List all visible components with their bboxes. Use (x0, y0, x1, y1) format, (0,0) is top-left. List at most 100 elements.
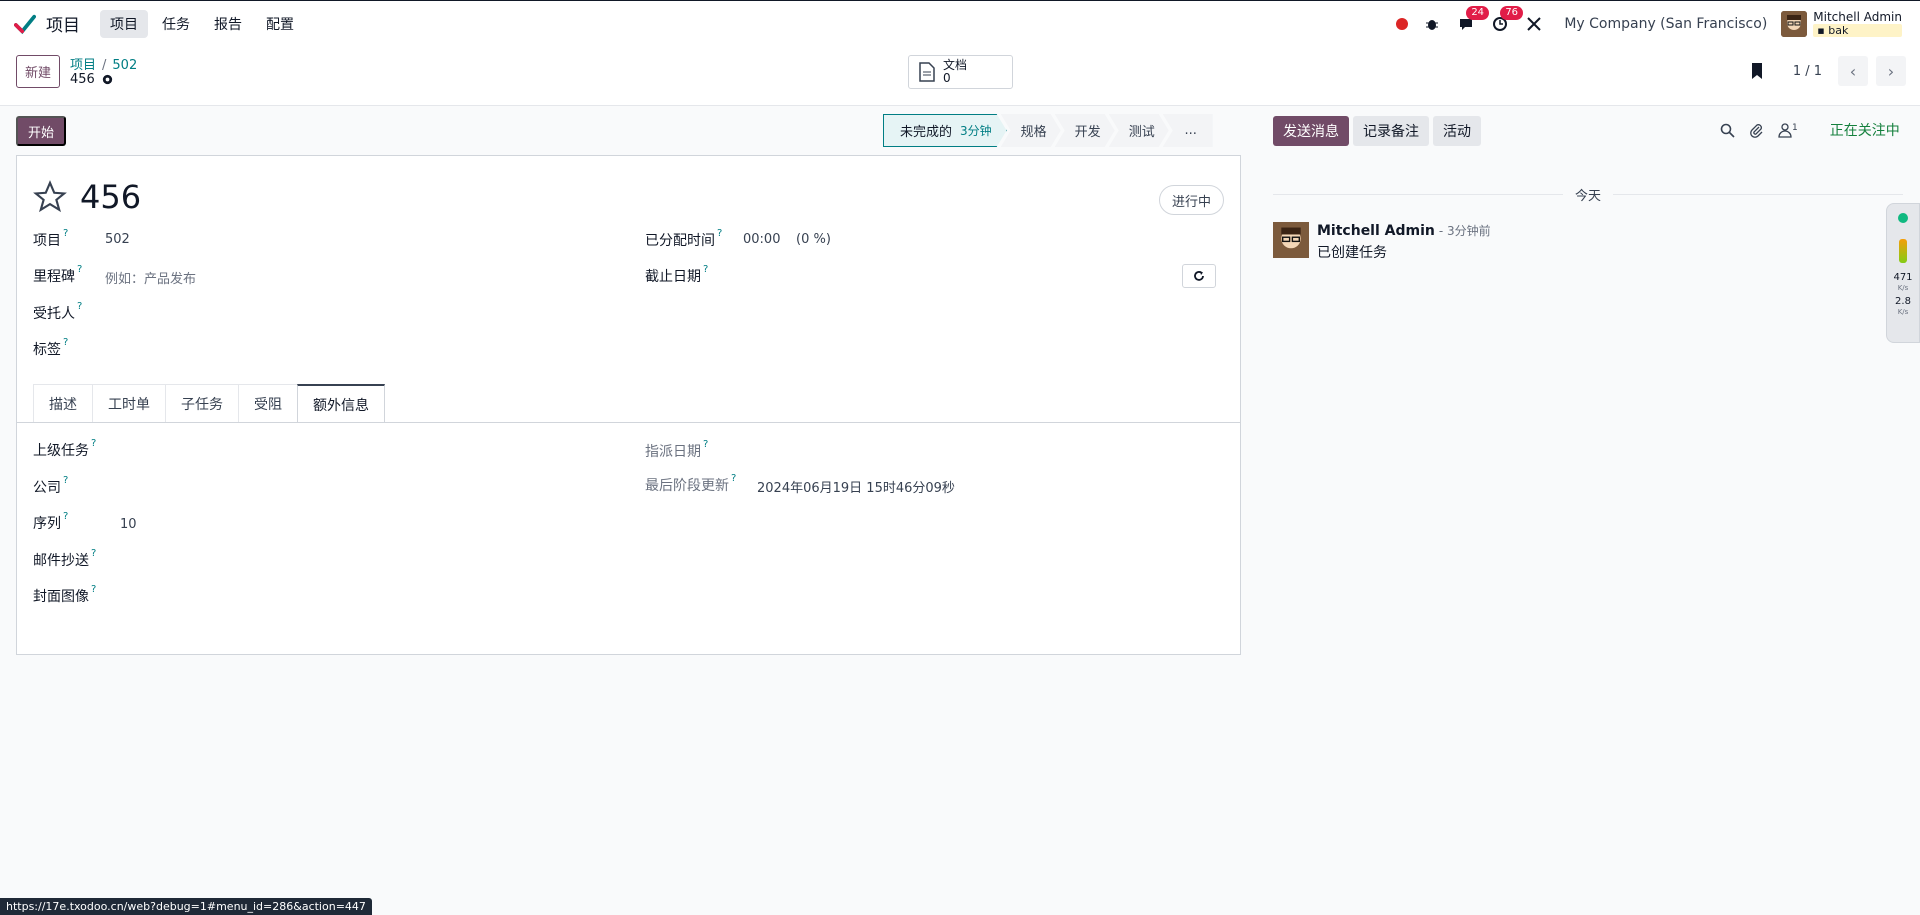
new-button[interactable]: 新建 (16, 55, 61, 88)
company-switcher[interactable]: My Company (San Francisco) (1564, 16, 1767, 32)
chatter-message: Mitchell Admin - 3分钟前 已创建任务 (1273, 222, 1491, 262)
milestone-input[interactable]: 例如：产品发布 (105, 268, 196, 287)
help-icon[interactable]: ? (703, 264, 708, 275)
sequence-field-label: 序列? (33, 511, 68, 533)
message-author-avatar[interactable] (1273, 222, 1309, 258)
assignees-field-label: 受托人? (33, 301, 82, 323)
pager-previous-button[interactable]: ‹ (1838, 56, 1868, 86)
allocated-hours-input[interactable]: 00:00 (743, 232, 780, 247)
help-icon[interactable]: ? (717, 228, 722, 239)
recording-dot-icon[interactable] (1396, 18, 1409, 30)
last-stage-update-value: 2024年06月19日 15时46分09秒 (757, 481, 955, 496)
tab-description[interactable]: 描述 (33, 384, 93, 422)
parent-task-label: 上级任务 (33, 443, 89, 459)
help-icon[interactable]: ? (63, 228, 68, 239)
pager-next-button[interactable]: › (1876, 56, 1906, 86)
stage-dev[interactable]: 开发 (1055, 114, 1115, 147)
star-icon[interactable] (33, 180, 67, 214)
activity-button[interactable]: 活动 (1433, 116, 1481, 146)
allocated-field-label: 已分配时间? (645, 228, 722, 250)
stage-current[interactable]: 未完成的 3分钟 (883, 114, 1007, 147)
bug-icon[interactable] (1422, 14, 1442, 34)
pager-value[interactable]: 1 / 1 (1793, 64, 1822, 79)
documents-count: 0 (943, 71, 951, 85)
top-navbar: 项目 项目 任务 报告 配置 24 76 My Company (San Fra… (0, 0, 1920, 46)
parent-task-field-label: 上级任务? (33, 438, 96, 460)
record-name: 456 (70, 72, 114, 87)
bookmark-icon[interactable] (1749, 62, 1765, 80)
database-name: bak (1828, 24, 1849, 37)
stage-statusbar: 未完成的 3分钟 规格 开发 测试 ... (883, 114, 1213, 147)
status-dot-icon (1898, 213, 1908, 223)
date-separator: 今天 (1273, 185, 1904, 204)
tab-subtasks[interactable]: 子任务 (165, 384, 239, 422)
state-button[interactable]: 进行中 (1158, 185, 1224, 215)
help-icon[interactable]: ? (731, 473, 736, 484)
tab-timesheets[interactable]: 工时单 (92, 384, 166, 422)
help-icon[interactable]: ? (77, 301, 82, 312)
menu-reports[interactable]: 报告 (204, 10, 252, 38)
breadcrumb-projects[interactable]: 项目 (70, 58, 96, 73)
send-message-button[interactable]: 发送消息 (1273, 116, 1349, 146)
help-icon[interactable]: ? (703, 439, 708, 450)
followers-button[interactable]: 1 (1778, 123, 1798, 138)
help-icon[interactable]: ? (63, 337, 68, 348)
chat-icon[interactable]: 24 (1456, 6, 1490, 34)
refresh-button[interactable] (1182, 264, 1216, 288)
stage-more-button[interactable]: ... (1162, 114, 1213, 147)
help-icon[interactable]: ? (77, 264, 82, 275)
project-label: 项目 (33, 233, 61, 249)
stage-test[interactable]: 测试 (1109, 114, 1169, 147)
navbar-systray: 24 76 My Company (San Francisco) Mitchel… (1396, 1, 1902, 47)
tab-blocked[interactable]: 受阻 (238, 384, 298, 422)
message-author[interactable]: Mitchell Admin (1317, 223, 1435, 239)
help-icon[interactable]: ? (63, 475, 68, 486)
stage-current-label: 未完成的 (900, 125, 953, 140)
menu-config[interactable]: 配置 (256, 10, 304, 38)
activity-clock-icon[interactable]: 76 (1490, 6, 1524, 34)
project-app-icon[interactable] (14, 13, 36, 35)
separator-line (1613, 194, 1904, 195)
menu-tasks[interactable]: 任务 (152, 10, 200, 38)
status-bar-url: https://17e.txodoo.cn/web?debug=1#menu_i… (0, 898, 372, 915)
user-name: Mitchell Admin (1813, 10, 1902, 24)
tabs-divider (17, 422, 1240, 423)
log-note-button[interactable]: 记录备注 (1353, 116, 1429, 146)
app-name[interactable]: 项目 (46, 11, 80, 36)
control-panel: 新建 项目 / 502 456 文档 0 1 / 1 ‹ › (0, 46, 1920, 106)
cover-image-field-label: 封面图像? (33, 584, 96, 606)
breadcrumb: 项目 / 502 (70, 54, 137, 73)
notebook-tabs: 描述 工时单 子任务 受阻 额外信息 (33, 384, 385, 423)
project-field-label: 项目? (33, 228, 68, 250)
paperclip-icon[interactable] (1749, 123, 1764, 138)
menu-projects[interactable]: 项目 (100, 9, 148, 38)
user-menu[interactable]: Mitchell Admin ▪ bak (1781, 11, 1902, 37)
search-icon[interactable] (1720, 123, 1735, 138)
allocated-percent: (0 %) (796, 232, 831, 247)
download-unit: K/s (1897, 308, 1909, 316)
stage-spec[interactable]: 规格 (1001, 114, 1061, 147)
tab-extra-info[interactable]: 额外信息 (297, 384, 385, 423)
assign-date-label: 指派日期 (645, 444, 701, 460)
start-button[interactable]: 开始 (16, 116, 67, 146)
documents-button[interactable]: 文档 0 (908, 55, 1013, 89)
sequence-input[interactable]: 10 (120, 517, 137, 532)
help-icon[interactable]: ? (91, 548, 96, 559)
help-icon[interactable]: ? (63, 511, 68, 522)
last-stage-update-label: 最后阶段更新 (645, 478, 729, 494)
email-cc-field-label: 邮件抄送? (33, 548, 96, 570)
following-button[interactable]: 正在关注中 (1830, 120, 1900, 140)
help-icon[interactable]: ? (91, 438, 96, 449)
breadcrumb-project-502[interactable]: 502 (112, 58, 137, 73)
activity-badge: 76 (1500, 6, 1524, 20)
gear-icon[interactable] (101, 73, 114, 86)
debug-tools-icon[interactable] (1524, 14, 1544, 34)
network-speed-widget[interactable]: 471 K/s 2.8 K/s (1886, 203, 1920, 343)
user-avatar (1781, 11, 1808, 37)
chatter-buttons: 发送消息 记录备注 活动 (1273, 116, 1481, 146)
task-title[interactable]: 456 (80, 178, 141, 216)
record-name-text: 456 (70, 72, 95, 87)
help-icon[interactable]: ? (91, 584, 96, 595)
project-value[interactable]: 502 (105, 232, 130, 247)
deadline-field-label: 截止日期? (645, 264, 708, 286)
